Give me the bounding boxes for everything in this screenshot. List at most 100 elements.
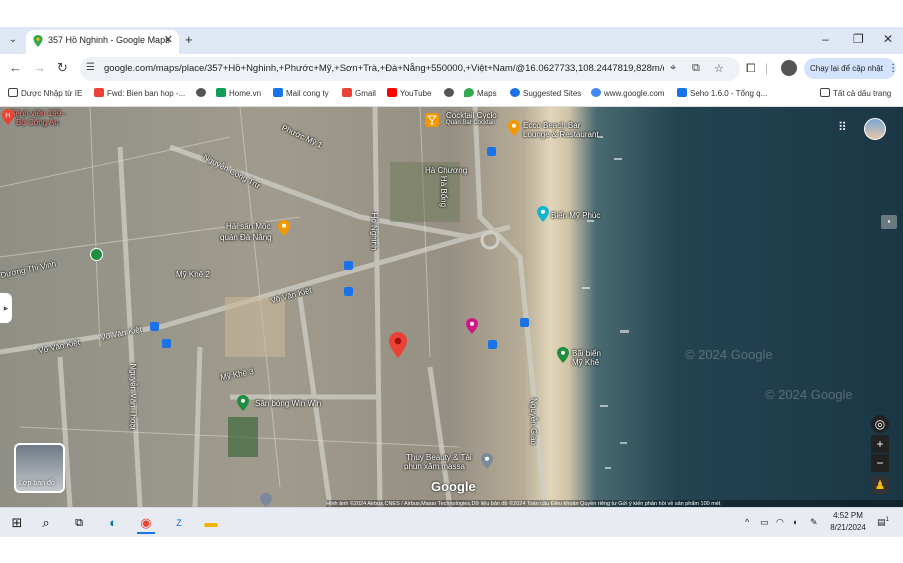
- tab-search-button[interactable]: ⌄: [4, 31, 22, 49]
- selected-location-pin[interactable]: [389, 332, 407, 358]
- map-label[interactable]: Ecco Beach Bar: [523, 121, 580, 130]
- all-bookmarks[interactable]: Tất cả dấu trang: [820, 88, 891, 98]
- layers-button[interactable]: Lớp bản đồ: [14, 443, 65, 493]
- bus-stop-icon[interactable]: [150, 322, 159, 331]
- bookmark-item[interactable]: Suggested Sites: [510, 88, 581, 98]
- pegman-icon[interactable]: ♟: [871, 476, 889, 494]
- maps-pin-icon: [33, 35, 43, 47]
- chrome-icon[interactable]: ◉: [137, 514, 155, 534]
- account-avatar[interactable]: [864, 118, 886, 140]
- address-bar[interactable]: ☰ google.com/maps/place/357+Hồ+Nghinh,+P…: [80, 57, 740, 81]
- spa-pin-icon[interactable]: [466, 318, 478, 334]
- stadium-pin-icon[interactable]: [237, 395, 249, 411]
- collapse-side-panel-button[interactable]: ▸: [0, 293, 12, 323]
- pegman-tile-icon[interactable]: ▪: [881, 215, 897, 229]
- map-label[interactable]: phun xăm massa: [404, 462, 465, 471]
- bottom-margin: [0, 537, 903, 563]
- wifi-icon[interactable]: ◠: [776, 517, 784, 528]
- windows-start-icon[interactable]: ⊞: [8, 514, 26, 532]
- zoom-in-button[interactable]: +: [871, 435, 889, 453]
- hospital-pin-icon[interactable]: H: [2, 109, 14, 125]
- bus-stop-icon[interactable]: [344, 287, 353, 296]
- bookmark-item[interactable]: Dược Nhập từ IE: [8, 88, 82, 98]
- bookmark-item[interactable]: Seho 1.6.0 - Tổng q...: [677, 88, 767, 98]
- bookmark-item[interactable]: YouTube: [387, 88, 431, 98]
- place-pin-icon[interactable]: [260, 493, 272, 507]
- bookmark-item[interactable]: Home.vn: [216, 88, 261, 98]
- map-label[interactable]: Biển Mỹ Phúc: [551, 211, 600, 220]
- location-icon[interactable]: ⌖: [670, 62, 676, 75]
- beach-pin-icon[interactable]: [537, 206, 549, 222]
- show-hidden-icons[interactable]: ^: [745, 517, 749, 527]
- bookmark-item[interactable]: www.google.com: [591, 88, 664, 98]
- satellite-map[interactable]: © 2024 Google © 2024 Google Bệnh viện 19…: [0, 107, 903, 507]
- tab-bar: ⌄ 357 Hồ Nghinh - Google Maps ✕ + – ❐ ✕: [0, 27, 903, 54]
- extensions-icon[interactable]: ⧠: [746, 61, 756, 76]
- reload-icon[interactable]: ↻: [57, 60, 68, 76]
- bookmark-item[interactable]: [196, 88, 209, 98]
- bookmark-star-icon[interactable]: ☆: [714, 62, 724, 75]
- minimize-button[interactable]: –: [822, 32, 829, 46]
- map-label[interactable]: Bãi biển: [572, 349, 601, 358]
- home-icon: [216, 88, 226, 97]
- install-app-icon[interactable]: ⧉: [692, 62, 700, 75]
- relaunch-label: Chạy lại để cập nhật: [810, 64, 883, 73]
- bookmark-item[interactable]: Fwd: Bien ban hop -...: [94, 88, 185, 98]
- bus-stop-icon[interactable]: [344, 261, 353, 270]
- bus-stop-icon[interactable]: [487, 147, 496, 156]
- cocktail-icon[interactable]: [425, 113, 439, 127]
- search-icon[interactable]: ⌕: [37, 514, 55, 532]
- map-label[interactable]: Cocktail Cyclo: [446, 111, 497, 120]
- my-location-button[interactable]: ◎: [871, 415, 889, 433]
- bookmark-item[interactable]: Maps: [464, 88, 497, 98]
- beach-pin-icon[interactable]: [557, 347, 569, 363]
- tab-google-maps[interactable]: 357 Hồ Nghinh - Google Maps ✕: [26, 30, 179, 54]
- copyright-watermark: © 2024 Google: [685, 347, 773, 362]
- park-icon[interactable]: [90, 248, 103, 261]
- back-icon[interactable]: ←: [9, 60, 22, 75]
- file-explorer-icon[interactable]: ▬: [202, 514, 220, 532]
- forward-icon[interactable]: →: [33, 60, 46, 75]
- site-info-icon[interactable]: ☰: [86, 62, 95, 73]
- zoom-out-button[interactable]: −: [871, 454, 889, 472]
- globe-icon: [444, 88, 454, 97]
- bar-pin-icon[interactable]: [508, 120, 520, 136]
- map-label[interactable]: Mỹ Khê: [572, 358, 599, 367]
- bus-stop-icon[interactable]: [162, 339, 171, 348]
- close-window-button[interactable]: ✕: [883, 32, 893, 46]
- bus-stop-icon[interactable]: [488, 340, 497, 349]
- map-label[interactable]: Bộ Công An: [16, 118, 59, 127]
- map-label[interactable]: quán Đà Nẵng: [220, 233, 272, 242]
- task-view-icon[interactable]: ⧉: [70, 514, 88, 532]
- map-label[interactable]: Bệnh viện 199 -: [10, 109, 66, 118]
- bookmark-item[interactable]: Gmail: [342, 88, 376, 98]
- map-label[interactable]: Hải sản Mộc: [226, 222, 270, 231]
- beauty-pin-icon[interactable]: [481, 453, 493, 469]
- url-text[interactable]: google.com/maps/place/357+Hồ+Nghinh,+Phư…: [104, 63, 664, 74]
- map-label[interactable]: Sân bóng Win Win: [255, 399, 321, 408]
- new-tab-button[interactable]: +: [185, 32, 193, 47]
- more-menu-icon[interactable]: ⋮: [888, 63, 898, 74]
- notification-icon[interactable]: ▤1: [877, 517, 889, 528]
- maximize-button[interactable]: ❐: [853, 32, 864, 46]
- map-label[interactable]: Lounge & Restaurant: [523, 130, 599, 139]
- battery-icon[interactable]: ▭: [760, 517, 769, 528]
- map-label[interactable]: Quán Bar Cocktail: [446, 120, 495, 126]
- volume-icon[interactable]: ◖: [792, 517, 797, 527]
- folder-icon: [8, 88, 18, 97]
- gmail-icon: [94, 88, 104, 97]
- tab-close-icon[interactable]: ✕: [164, 33, 173, 46]
- restaurant-pin-icon[interactable]: [278, 220, 290, 236]
- profile-avatar[interactable]: [781, 60, 797, 76]
- bus-stop-icon[interactable]: [520, 318, 529, 327]
- relaunch-update-button[interactable]: Chạy lại để cập nhật ⋮: [804, 58, 898, 79]
- edge-icon[interactable]: ◐: [104, 514, 122, 532]
- bookmark-item[interactable]: Mail cong ty: [273, 88, 329, 98]
- pen-icon[interactable]: ✎: [810, 517, 818, 528]
- zalo-icon[interactable]: Z: [170, 514, 188, 532]
- windows-taskbar: ⊞ ⌕ ⧉ ◐ ◉ Z ▬ ^ ▭ ◠ ◖ ✎ 4:52 PM 8/21/202…: [0, 507, 903, 538]
- system-clock[interactable]: 4:52 PM 8/21/2024: [826, 510, 870, 534]
- bookmark-item[interactable]: [444, 88, 457, 98]
- apps-grid-icon[interactable]: ⠿: [838, 120, 847, 134]
- map-label[interactable]: Thuy Beauty & Tài: [406, 453, 472, 462]
